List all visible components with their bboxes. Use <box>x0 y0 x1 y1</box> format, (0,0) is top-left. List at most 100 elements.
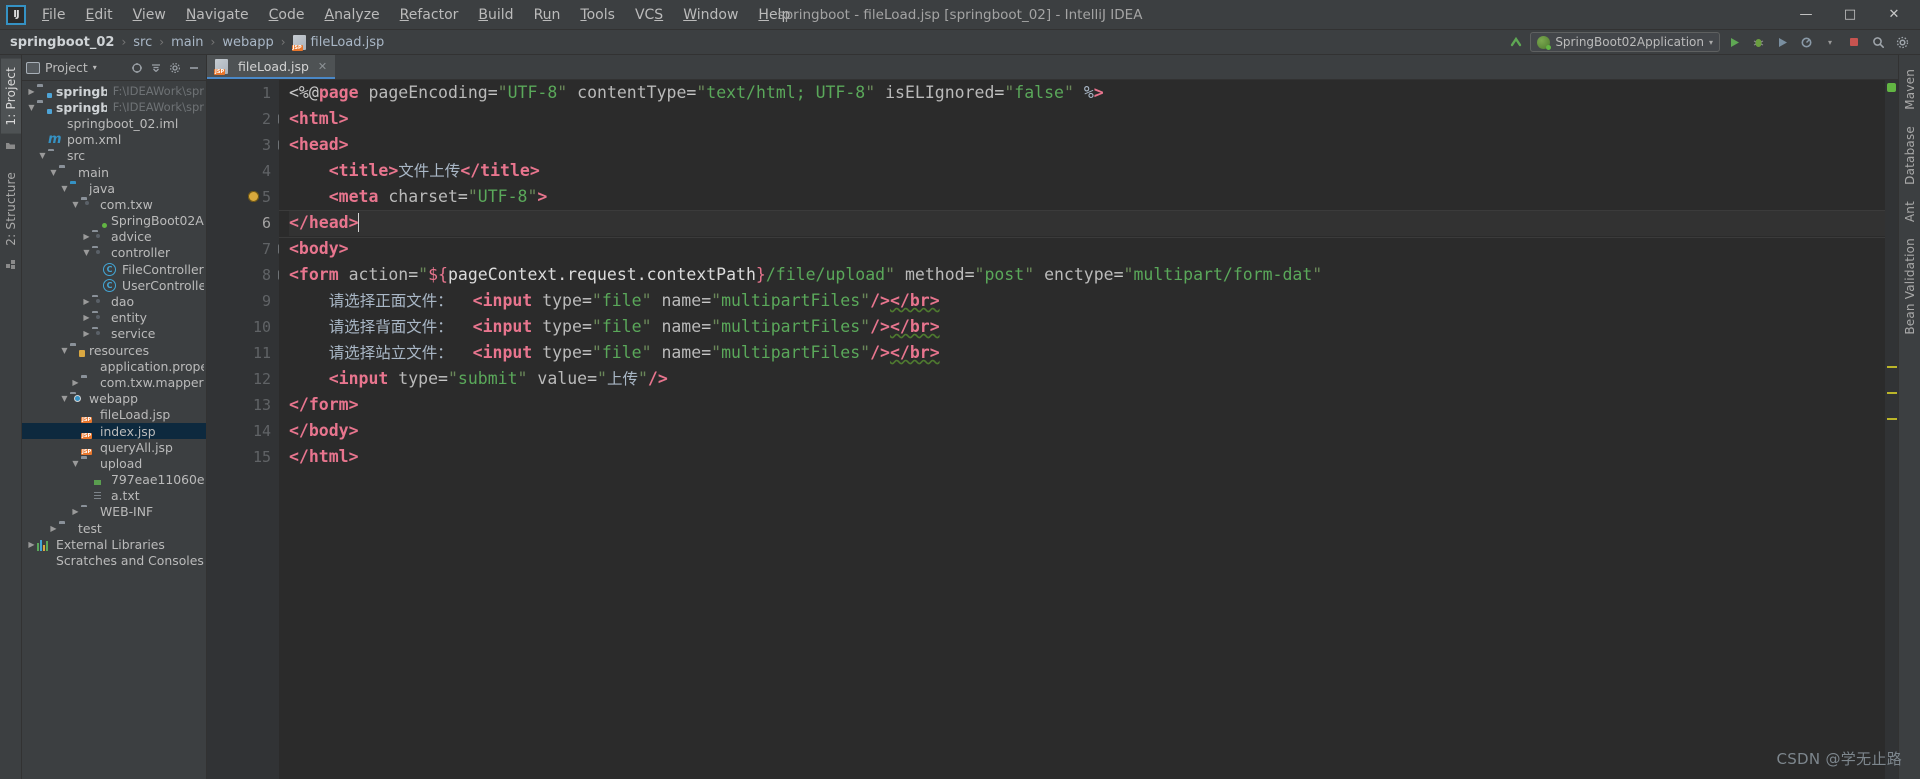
tree-node-a-txt[interactable]: a.txt <box>22 488 206 504</box>
tree-node-springboot-02[interactable]: ▼ springboot_02 F:\IDEAWork\spr <box>22 99 206 115</box>
tree-node-springboot02app[interactable]: SpringBoot02App <box>22 213 206 229</box>
tree-node-entity[interactable]: ▶ entity <box>22 310 206 326</box>
menu-item-analyze[interactable]: Analyze <box>314 3 389 27</box>
menu-item-window[interactable]: Window <box>673 3 748 27</box>
tree-node-service[interactable]: ▶ service <box>22 326 206 342</box>
project-tool-tab[interactable]: 1: Project <box>0 59 21 134</box>
tree-node-dao[interactable]: ▶ dao <box>22 293 206 309</box>
breadcrumb-item-webapp[interactable]: webapp <box>222 35 273 50</box>
tree-node-index-jsp[interactable]: index.jsp <box>22 422 206 440</box>
warning-marker[interactable] <box>1887 418 1897 420</box>
chevron-down-icon[interactable]: ▼ <box>70 459 81 468</box>
code-line-8[interactable]: <form action="${pageContext.request.cont… <box>289 262 1885 288</box>
hide-panel-button[interactable] <box>185 59 202 76</box>
project-tree[interactable]: ▶ springboot_01 F:\IDEAWork\spr ▼ springboot… <box>22 81 206 779</box>
chevron-right-icon[interactable]: ▶ <box>81 329 92 338</box>
chevron-right-icon[interactable]: ▶ <box>81 232 92 241</box>
editor-marker-bar[interactable] <box>1885 80 1898 779</box>
collapse-all-button[interactable] <box>147 59 164 76</box>
favorites-icon[interactable] <box>5 140 16 154</box>
tree-node-web-inf[interactable]: ▶ WEB-INF <box>22 504 206 520</box>
tree-node-application-propertie[interactable]: application.propertie <box>22 358 206 374</box>
code-line-7[interactable]: <body> <box>289 236 1885 262</box>
run-configuration-selector[interactable]: SpringBoot02Application ▾ <box>1530 32 1720 52</box>
maven-tool-tab[interactable]: Maven <box>1900 61 1920 118</box>
code-line-6[interactable]: </head> <box>279 210 1885 238</box>
tree-node-src[interactable]: ▼ src <box>22 148 206 164</box>
gutter-line-15[interactable]: 15└ <box>207 444 285 470</box>
profile-icon[interactable] <box>1796 32 1816 52</box>
chevron-right-icon[interactable]: ▶ <box>26 87 37 96</box>
chevron-down-icon[interactable]: ▼ <box>59 184 70 193</box>
tree-node-fileload-jsp[interactable]: fileLoad.jsp <box>22 407 206 423</box>
tree-node-test[interactable]: ▶ test <box>22 520 206 536</box>
code-line-13[interactable]: </form> <box>289 392 1885 418</box>
debug-icon[interactable] <box>1748 32 1768 52</box>
tree-node-797eae11060e41b[interactable]: 797eae11060e41b <box>22 472 206 488</box>
code-line-3[interactable]: <head> <box>289 132 1885 158</box>
chevron-down-icon[interactable]: ▼ <box>59 394 70 403</box>
breadcrumb-item-project[interactable]: springboot_02 <box>10 35 114 50</box>
tree-node-upload[interactable]: ▼ upload <box>22 455 206 471</box>
close-button[interactable]: ✕ <box>1872 0 1916 29</box>
code-line-14[interactable]: </body> <box>289 418 1885 444</box>
menu-item-file[interactable]: File <box>32 3 75 27</box>
warning-marker[interactable] <box>1887 366 1897 368</box>
run-with-coverage-icon[interactable] <box>1772 32 1792 52</box>
chevron-down-icon[interactable]: ▾ <box>93 63 97 72</box>
database-tool-tab[interactable]: Database <box>1900 118 1920 193</box>
make-project-icon[interactable] <box>1506 32 1526 52</box>
editor-gutter[interactable]: 1 2−3− 4 5 6└7−8− 9 10 11 12 13└14└15└ <box>207 80 288 779</box>
tree-node-controller[interactable]: ▼ controller <box>22 245 206 261</box>
gutter-line-13[interactable]: 13└ <box>207 392 285 418</box>
tree-node-external-libraries[interactable]: ▶ External Libraries <box>22 536 206 552</box>
structure-tool-tab[interactable]: 2: Structure <box>1 164 21 254</box>
menu-item-refactor[interactable]: Refactor <box>390 3 469 27</box>
chevron-right-icon[interactable]: ▶ <box>26 540 37 549</box>
tree-node-java[interactable]: ▼ java <box>22 180 206 196</box>
code-line-4[interactable]: <title>文件上传</title> <box>289 158 1885 184</box>
ant-tool-tab[interactable]: Ant <box>1900 193 1920 230</box>
chevron-right-icon[interactable]: ▶ <box>48 524 59 533</box>
menu-item-help[interactable]: Help <box>748 3 800 27</box>
tree-node-advice[interactable]: ▶ advice <box>22 229 206 245</box>
gutter-line-7[interactable]: 7− <box>207 236 288 262</box>
menu-item-navigate[interactable]: Navigate <box>176 3 259 27</box>
tree-node-springboot-02-iml[interactable]: springboot_02.iml <box>22 115 206 131</box>
chevron-down-icon[interactable]: ▼ <box>37 151 48 160</box>
code-line-9[interactable]: 请选择正面文件： <input type="file" name="multip… <box>289 288 1885 314</box>
code-line-15[interactable]: </html> <box>289 444 1885 470</box>
panel-settings-button[interactable] <box>166 59 183 76</box>
gutter-line-4[interactable]: 4 <box>207 158 279 184</box>
menu-item-code[interactable]: Code <box>259 3 315 27</box>
tree-node-webapp[interactable]: ▼ webapp <box>22 391 206 407</box>
breadcrumb-item-main[interactable]: main <box>171 35 203 50</box>
tree-node-com-txw[interactable]: ▼ com.txw <box>22 196 206 212</box>
search-everywhere-icon[interactable] <box>1868 32 1888 52</box>
gutter-line-2[interactable]: 2− <box>207 106 288 132</box>
grid-icon[interactable] <box>5 259 16 273</box>
tree-node-queryall-jsp[interactable]: queryAll.jsp <box>22 439 206 455</box>
code-line-11[interactable]: 请选择站立文件： <input type="file" name="multip… <box>289 340 1885 366</box>
intention-bulb-icon[interactable] <box>248 191 259 202</box>
tree-node-filecontroller[interactable]: C FileController <box>22 261 206 277</box>
tree-node-resources[interactable]: ▼ resources <box>22 342 206 358</box>
locate-in-tree-button[interactable] <box>128 59 145 76</box>
gutter-line-11[interactable]: 11 <box>207 340 279 366</box>
chevron-right-icon[interactable]: ▶ <box>81 297 92 306</box>
tree-node-usercontroller[interactable]: C UserController <box>22 277 206 293</box>
warning-marker[interactable] <box>1887 392 1897 394</box>
code-line-5[interactable]: <meta charset="UTF-8"> <box>289 184 1885 210</box>
gutter-line-12[interactable]: 12 <box>207 366 279 392</box>
menu-item-vcs[interactable]: VCS <box>625 3 673 27</box>
code-line-12[interactable]: <input type="submit" value="上传"/> <box>289 366 1885 392</box>
tree-node-pom-xml[interactable]: m pom.xml <box>22 132 206 148</box>
menu-item-edit[interactable]: Edit <box>75 3 122 27</box>
chevron-down-icon[interactable]: ▼ <box>26 103 37 112</box>
gutter-line-6[interactable]: 6└ <box>207 210 285 236</box>
breadcrumb-item-src[interactable]: src <box>133 35 152 50</box>
code-line-1[interactable]: <%@page pageEncoding="UTF-8" contentType… <box>289 80 1885 106</box>
code-line-10[interactable]: 请选择背面文件： <input type="file" name="multip… <box>289 314 1885 340</box>
tree-node-springboot-01[interactable]: ▶ springboot_01 F:\IDEAWork\spr <box>22 83 206 99</box>
tree-node-com-txw-mapper[interactable]: ▶ com.txw.mapper <box>22 374 206 390</box>
